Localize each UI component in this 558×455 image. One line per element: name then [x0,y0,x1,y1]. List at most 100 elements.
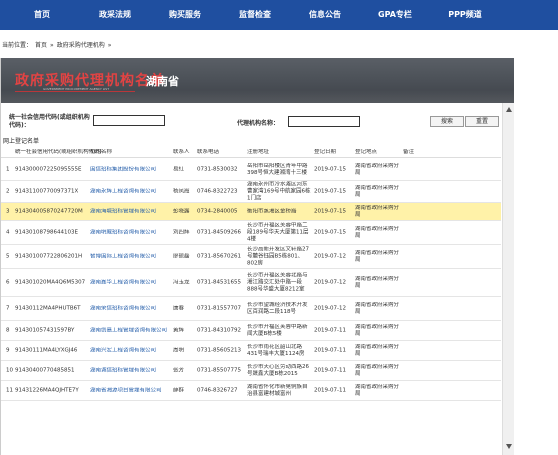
cell-code: 914304005870247720M [15,208,83,214]
cell-code: 914301057431597BY [15,327,75,333]
search-panel: 统一社会信用代码(或组织机构代码)： 代理机构名称： 搜索 重置 [1,103,501,135]
cell-date: 2019-07-11 [314,327,346,333]
credit-code-input[interactable] [93,115,165,126]
cell-contact: 易红 [173,166,185,172]
breadcrumb: 当前位置： 首页» 政府采购代理机构» [2,40,114,49]
cell-address: 长沙高新开发区文轩路27号麓谷钰园B5栋801、802房 [247,246,309,266]
cell-code: 91430111MA4LYXGJ46 [15,347,78,353]
cell-contact: 刘四辉 [173,229,190,235]
table-row[interactable]: 11 91431226MA4QJHTE7Y 湖南省湘源项目管理有限公司 薛群 0746-… [1,381,501,401]
cell-address: 岳阳市岳阳楼区青年中路398号恒大建湘湾十三楼 [247,162,308,176]
cell-phone: 0731-8530032 [197,166,238,172]
header-address: 注册地址 [247,149,270,155]
agency-name-label: 代理机构名称： [237,120,280,127]
cell-date: 2019-07-15 [314,166,346,172]
cell-place: 湖南省政府采购分局 [355,363,399,377]
table-row[interactable]: 5 914301007722806201H 智博国际工程咨询有限公司 廖振磊 0731-… [1,245,501,269]
cell-address: 长沙市天心区劳动西路26号晟鑫大厦B栋2015 [247,363,309,377]
cell-no: 10 [6,367,13,373]
cell-date: 2019-07-12 [314,305,346,311]
cell-no: 6 [6,279,10,285]
cell-name[interactable]: 湖南荣信招标咨询有限公司 [90,305,170,312]
cell-phone: 0731-85670261 [197,253,241,259]
breadcrumb-prefix: 当前位置： [2,42,33,49]
cell-no: 7 [6,305,10,311]
scroll-up-arrow-icon[interactable] [506,107,512,112]
cell-name[interactable]: 湖南永辉工程咨询有限公司 [90,188,170,195]
cell-no: 11 [6,387,13,393]
cell-name[interactable]: 湖南海城招标管理有限公司 [90,208,170,215]
table-row[interactable]: 8 914301057431597BY 湖南创嘉工程管理咨询有限公司 黄辉 0731-8… [1,321,501,341]
table-row[interactable]: 4 91430108798644103E 湖南明威招标咨询有限公司 刘四辉 0731-8… [1,221,501,245]
nav-ppp[interactable]: PPP频道 [430,0,500,30]
breadcrumb-current[interactable]: 政府采购代理机构 [57,42,105,49]
cell-name[interactable]: 国信招标集团股份有限公司 [90,166,170,173]
cell-place: 湖南省政府采购分局 [355,162,399,176]
cell-date: 2019-07-12 [314,253,346,259]
cell-contact: 张芳 [173,367,185,373]
cell-contact: 彭晓露 [173,208,190,214]
breadcrumb-separator: » [107,42,112,49]
cell-phone: 0731-81557707 [197,305,241,311]
nav-home[interactable]: 首页 [4,0,80,30]
cell-contact: 唐春 [173,305,185,311]
cell-name[interactable]: 湖南明威招标咨询有限公司 [90,229,170,236]
nav-supervision[interactable]: 监督检查 [220,0,290,30]
table-row[interactable]: 2 91431100770097371X 湖南永辉工程咨询有限公司 杨凤霞 0746-8… [1,181,501,203]
cell-address: 长沙市开福区芙蓉北路与湘江路交汇处中路一段888号华盛大厦8212室 [247,272,308,292]
table-row[interactable]: 10 91430400770485851 湖南诚信招标管理有限公司 张芳 0731-85… [1,361,501,381]
cell-place: 湖南省政府采购分局 [355,225,399,239]
cell-code: 91431226MA4QJHTE7Y [15,387,79,393]
header-place: 登记地点 [355,149,378,155]
header-date: 登记日期 [314,149,337,155]
cell-place: 湖南省政府采购分局 [355,275,399,289]
cell-code: 91430400770485851 [15,367,75,373]
cell-phone: 0746-8322723 [197,188,238,194]
search-button[interactable]: 搜索 [430,116,464,127]
agency-name-input[interactable] [288,116,360,127]
cell-address: 长沙市雨花区韶山北路431号瑞丰大厦1124房 [247,343,305,357]
cell-name[interactable]: 湖南诚信招标管理有限公司 [90,367,170,374]
table-row[interactable]: 9 91430111MA4LYXGJ46 湖南兴宏工程咨询有限公司 周明 0731-85… [1,341,501,361]
scroll-down-arrow-icon[interactable] [506,444,512,449]
cell-code: 91431100770097371X [15,188,79,194]
table-header: 统一社会信用代码(或组织机构代码) 机构名称 联系人 联系电话 注册地址 登记日… [1,147,501,158]
cell-date: 2019-07-11 [314,367,346,373]
cell-phone: 0746-8326727 [197,387,238,393]
nav-announcements[interactable]: 信息公告 [290,0,360,30]
nav-purchase-services[interactable]: 购买服务 [150,0,220,30]
table-row[interactable]: 1 914300007225095555E 国信招标集团股份有限公司 易红 0731-8… [1,159,501,181]
header-contact: 联系人 [173,149,190,155]
cell-name[interactable]: 湖南兴宏工程咨询有限公司 [90,347,170,354]
header-credit-code: 统一社会信用代码(或组织机构代码) [15,149,102,155]
table-row[interactable]: 3 914304005870247720M 湖南海城招标管理有限公司 彭晓露 0734-… [1,203,501,221]
header-agency-name: 机构名称 [90,149,113,155]
cell-name[interactable]: 智博国际工程咨询有限公司 [90,253,170,260]
top-navigation: 首页 政采法规 购买服务 监督检查 信息公告 GPA专栏 PPP频道 [0,0,558,30]
cell-name[interactable]: 湖南省湘源项目管理有限公司 [90,387,170,394]
cell-date: 2019-07-12 [314,279,346,285]
cell-name[interactable]: 湖南鑫华工程咨询有限公司 [90,279,170,286]
breadcrumb-separator: » [50,42,54,49]
cell-no: 2 [6,188,10,194]
table-row[interactable]: 6 914301020MA4Q6M5307 湖南鑫华工程咨询有限公司 冯玉龙 0731-… [1,269,501,297]
table-row[interactable]: 7 91430112MA4PHUTB6T 湖南荣信招标咨询有限公司 唐春 0731-81… [1,297,501,321]
nav-regulations[interactable]: 政采法规 [80,0,150,30]
grid-title: 网上登记名单 [3,138,40,145]
cell-date: 2019-07-11 [314,347,346,353]
cell-phone: 0731-84310792 [197,327,241,333]
cell-no: 5 [6,253,10,259]
cell-contact: 杨凤霞 [173,188,190,194]
scrollbar[interactable] [502,103,514,455]
cell-code: 91430112MA4PHUTB6T [15,305,81,311]
cell-phone: 0734-2840005 [197,208,238,214]
cell-address: 长沙市望城经济技术开发区百润路二段118号 [247,301,308,315]
cell-address: 衡阳市蒸湘区金桥路 [247,208,297,214]
cell-name[interactable]: 湖南创嘉工程管理咨询有限公司 [90,327,170,334]
agency-list-frame: 政府采购代理机构名单 湖南省 GOVERNMENT PROCUREMENT AG… [0,58,514,455]
banner-subtitle: GOVERNMENT PROCUREMENT AGENCY LIST [43,87,110,91]
cell-phone: 0731-84531655 [197,279,241,285]
reset-button[interactable]: 重置 [465,116,499,127]
nav-gpa[interactable]: GPA专栏 [360,0,430,30]
breadcrumb-home[interactable]: 首页 [35,42,47,49]
